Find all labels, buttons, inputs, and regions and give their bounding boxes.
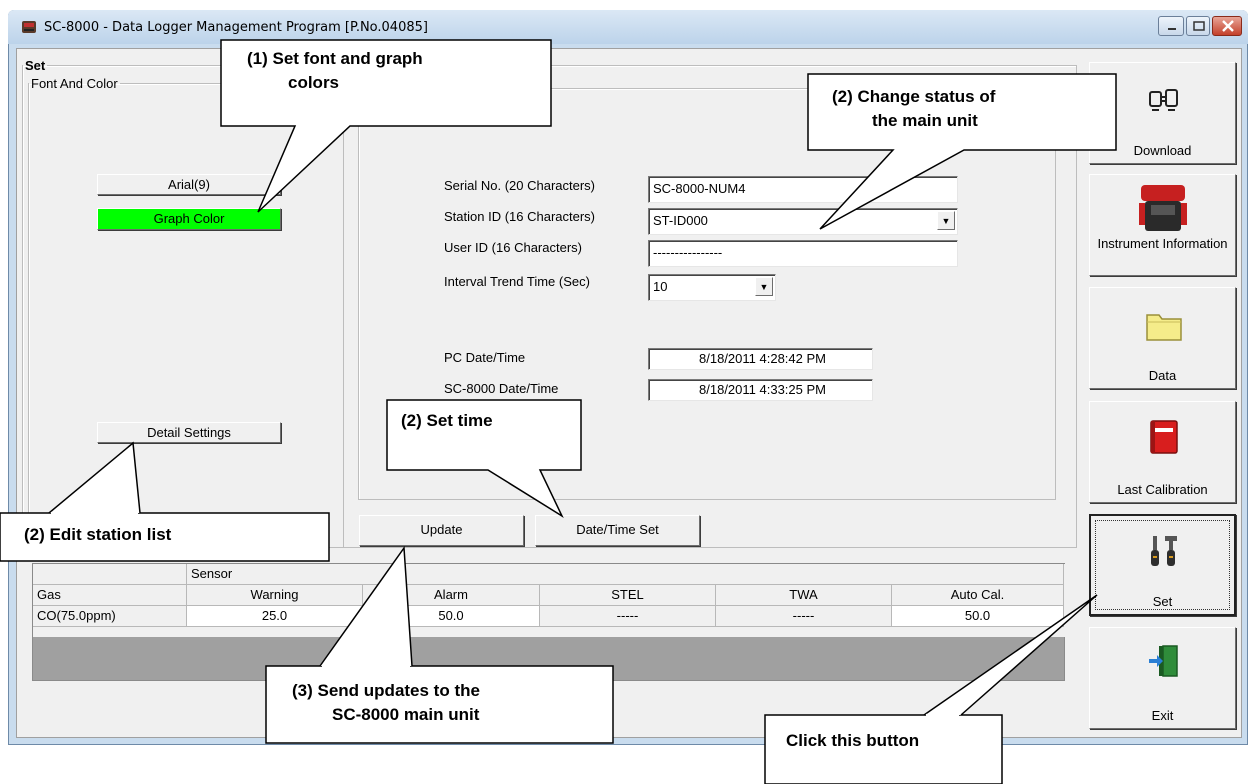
table-cell-stel: ----- [540,606,716,627]
interval-select[interactable]: 10 ▼ [648,274,776,301]
interval-select-value: 10 [653,279,668,294]
callout-5-line2: SC-8000 main unit [332,705,480,724]
maximize-button[interactable] [1186,16,1210,36]
minimize-icon [1168,28,1176,30]
col-warning: Warning [187,585,363,606]
minimize-button[interactable] [1158,16,1184,36]
exit-door-icon [1149,645,1178,677]
col-autocal: Auto Cal. [892,585,1064,606]
pc-time-field: 8/18/2011 4:28:42 PM [648,348,873,370]
table-cell-warning[interactable]: 25.0 [187,606,363,627]
font-color-group: Font And Color [28,76,344,548]
serial-label: Serial No. (20 Characters) [444,178,595,193]
callout-1-line2: colors [288,73,340,92]
col-alarm: Alarm [363,585,540,606]
set-label: Set [1152,594,1173,609]
callout-2-line2: the main unit [872,111,978,130]
station-select[interactable]: ST-ID000 ▼ [648,208,958,235]
col-gas: Gas [33,585,187,606]
station-label: Station ID (16 Characters) [444,209,596,224]
chevron-down-icon[interactable]: ▼ [937,211,955,230]
table-cell-autocal[interactable]: 50.0 [892,606,1064,627]
update-button[interactable]: Update [359,515,524,546]
callout-3: (2) Set time [401,411,493,430]
sensor-header: Sensor [187,564,1064,585]
callout-6: Click this button [786,731,920,750]
set-button[interactable]: Set [1089,514,1236,616]
sc-time-field: 8/18/2011 4:33:25 PM [648,379,873,401]
user-label: User ID (16 Characters) [444,240,582,255]
callout-2-line1: (2) Change status of [832,87,996,106]
data-button[interactable]: Data [1089,287,1236,389]
close-button[interactable] [1212,16,1242,36]
callout-5-line1: (3) Send updates to the [292,681,480,700]
col-stel: STEL [540,585,716,606]
pc-time-label: PC Date/Time [444,350,526,365]
maximize-icon [1193,21,1205,31]
app-icon [22,21,36,33]
table-cell-twa: ----- [716,606,892,627]
font-button[interactable]: Arial(9) [97,174,281,195]
last-calibration-label: Last Calibration [1117,482,1208,497]
detail-settings-button[interactable]: Detail Settings [97,422,281,443]
instrument-icon [1139,185,1187,231]
download-icon [1149,89,1178,111]
datetime-set-button[interactable]: Date/Time Set [535,515,700,546]
table-cell-gas: CO(75.0ppm) [33,606,187,627]
user-input[interactable]: ---------------- [648,240,958,267]
callout-4: (2) Edit station list [24,525,172,544]
col-twa: TWA [716,585,892,606]
data-label: Data [1148,368,1177,383]
close-icon [1222,20,1234,32]
exit-button[interactable]: Exit [1089,627,1236,729]
table-cell-alarm[interactable]: 50.0 [363,606,540,627]
folder-icon [1146,314,1182,341]
exit-label: Exit [1151,708,1174,723]
font-color-legend: Font And Color [31,76,118,91]
download-label: Download [1133,143,1192,158]
station-select-value: ST-ID000 [653,213,708,228]
chevron-down-icon[interactable]: ▼ [755,277,773,296]
sc-time-label: SC-8000 Date/Time [444,381,559,396]
instrument-info-label: Instrument Information [1097,236,1228,251]
graph-color-button[interactable]: Graph Color [97,208,281,230]
window-title: SC-8000 - Data Logger Management Program… [44,20,428,35]
interval-label: Interval Trend Time (Sec) [444,274,590,289]
book-icon [1150,420,1178,454]
serial-input[interactable]: SC-8000-NUM4 [648,176,958,203]
instrument-info-button[interactable]: Instrument Information [1089,174,1236,276]
sensor-table: Sensor Gas Warning Alarm STEL TWA Auto C… [32,563,1066,681]
tools-icon [1151,536,1177,566]
download-button[interactable]: Download [1089,62,1236,164]
callout-1-line1: (1) Set font and graph [247,49,423,68]
last-calibration-button[interactable]: Last Calibration [1089,401,1236,503]
set-group-legend: Set [25,58,46,73]
